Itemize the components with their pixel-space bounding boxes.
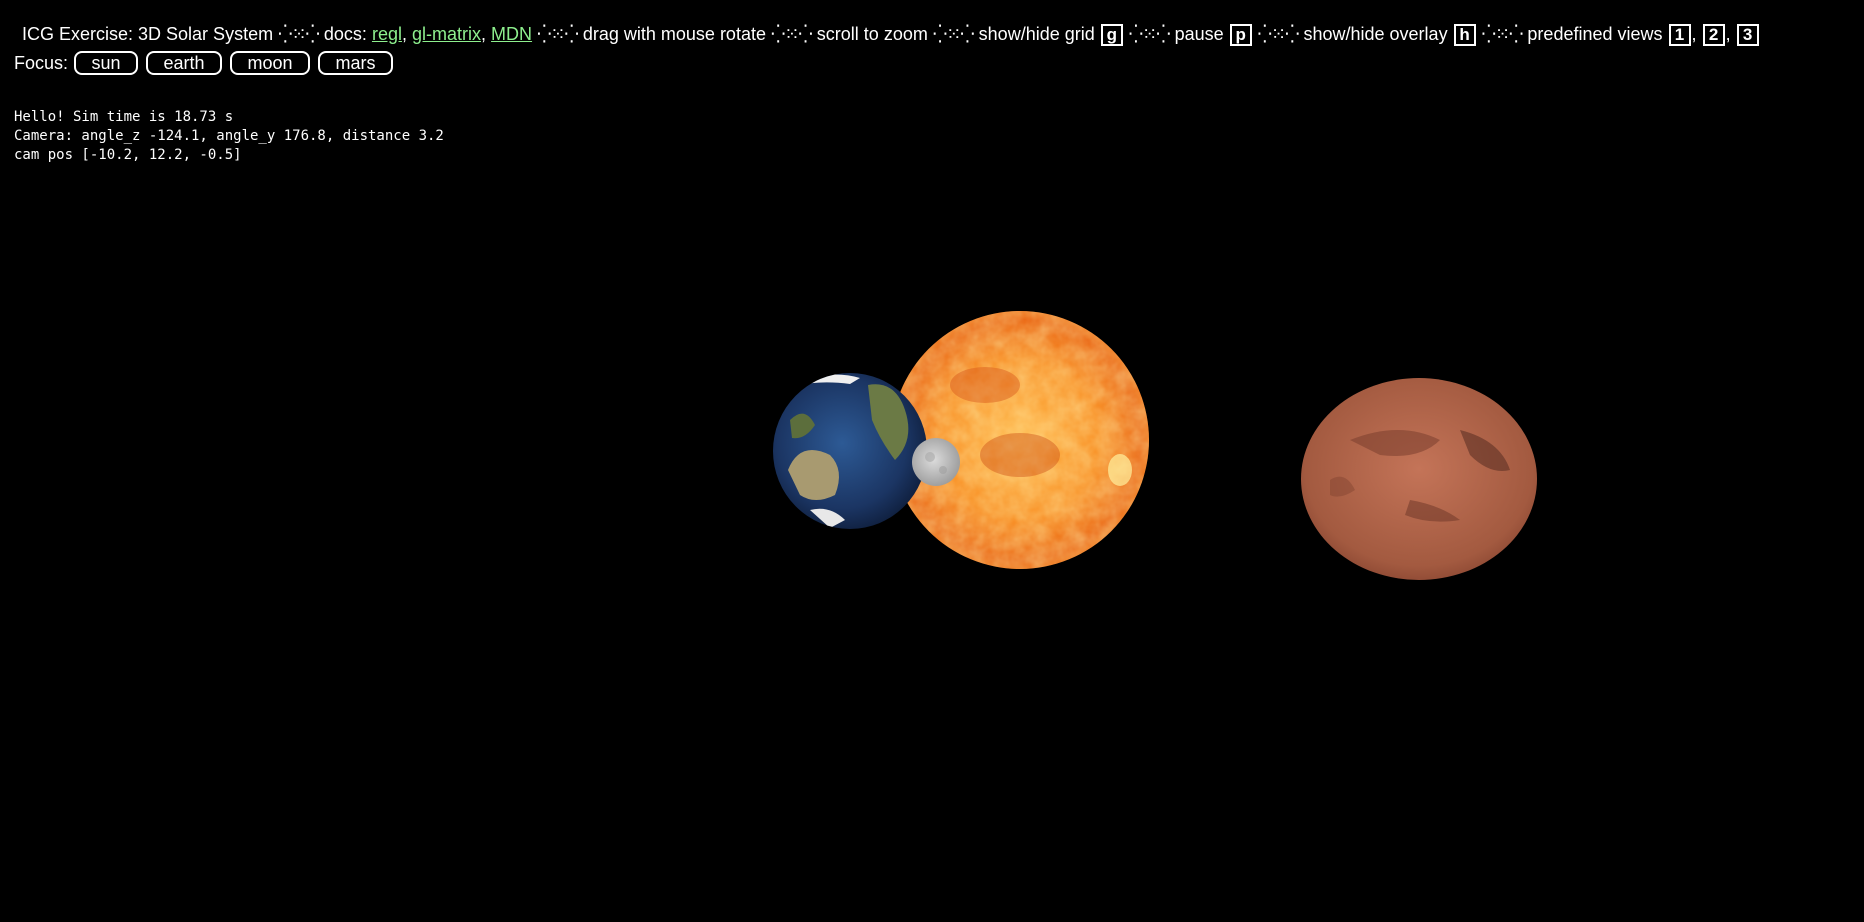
app-title: ICG Exercise: 3D Solar System	[22, 24, 274, 44]
hint-scroll: scroll to zoom	[816, 24, 928, 44]
hint-pause: pause	[1174, 24, 1224, 44]
mars-sphere	[1301, 378, 1537, 580]
focus-moon-button[interactable]: moon	[230, 51, 311, 75]
docs-link-gl-matrix[interactable]: gl-matrix	[412, 24, 481, 44]
hint-overlay: show/hide overlay	[1303, 24, 1448, 44]
moon-sphere	[912, 438, 960, 486]
key-view-1: 1	[1668, 24, 1691, 46]
separator: ⁛⁙⁛	[278, 24, 320, 44]
focus-bar: Focus: sun earth moon mars	[14, 51, 401, 75]
separator: ⁛⁙⁛	[1257, 24, 1300, 44]
separator: ⁛⁙⁛	[770, 24, 813, 44]
focus-mars-button[interactable]: mars	[318, 51, 394, 75]
key-pause: p	[1229, 24, 1252, 46]
key-view-2: 2	[1702, 24, 1725, 46]
separator: ⁛⁙⁛	[537, 24, 579, 44]
focus-label: Focus:	[14, 53, 69, 73]
key-grid: g	[1100, 24, 1123, 46]
separator: ⁛⁙⁛	[1128, 24, 1171, 44]
sim-time-text: Hello! Sim time is 18.73 s	[14, 109, 234, 125]
separator: ⁛⁙⁛	[1481, 24, 1524, 44]
docs-label: docs:	[323, 24, 367, 44]
earth-sphere	[773, 373, 927, 529]
debug-overlay: Hello! Sim time is 18.73 s Camera: angle_…	[14, 108, 444, 165]
focus-earth-button[interactable]: earth	[146, 51, 223, 75]
instructions-header: ICG Exercise: 3D Solar System ⁛⁙⁛ docs: …	[22, 22, 1760, 46]
camera-position-text: cam pos [-10.2, 12.2, -0.5]	[14, 147, 242, 163]
key-overlay: h	[1453, 24, 1476, 46]
key-view-3: 3	[1736, 24, 1759, 46]
separator: ⁛⁙⁛	[932, 24, 975, 44]
docs-link-mdn[interactable]: MDN	[491, 24, 532, 44]
hint-drag: drag with mouse rotate	[582, 24, 766, 44]
hint-grid: show/hide grid	[978, 24, 1095, 44]
focus-sun-button[interactable]: sun	[74, 51, 139, 75]
camera-angles-text: Camera: angle_z -124.1, angle_y 176.8, d…	[14, 128, 444, 144]
hint-views: predefined views	[1527, 24, 1663, 44]
docs-link-regl[interactable]: regl	[372, 24, 402, 44]
